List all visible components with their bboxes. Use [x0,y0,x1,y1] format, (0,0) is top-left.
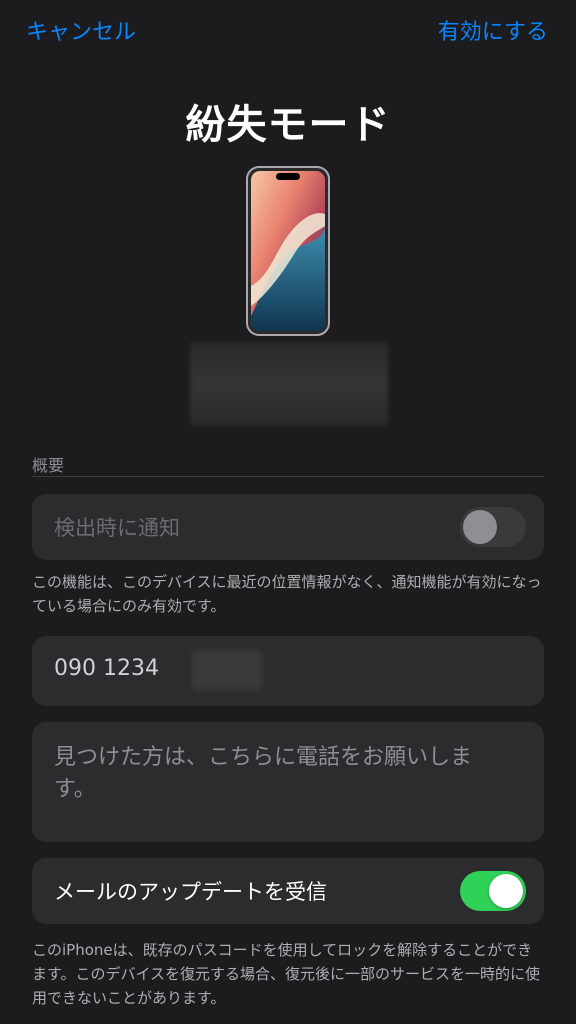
section-label: 概要 [32,456,65,475]
message-text: 見つけた方は、こちらに電話をお願いします。 [54,745,473,802]
toggle-knob [463,510,497,544]
cancel-button[interactable]: キャンセル [26,14,136,46]
notify-when-found-label: 検出時に通知 [54,516,180,540]
phone-number-redacted [192,650,262,690]
page-title: 紛失モード [185,102,391,148]
email-updates-toggle[interactable] [460,871,526,911]
notify-when-found-row: 検出時に通知 [32,494,544,560]
toggle-knob [489,874,523,908]
phone-number-value: 090 1234 [54,656,159,681]
notify-footnote: この機能は、このデバイスに最近の位置情報がなく、通知機能が有効になっている場合に… [32,573,542,615]
phone-number-field[interactable]: 090 1234 [32,636,544,706]
email-updates-label: メールのアップデートを受信 [54,880,327,904]
section-divider [32,476,544,477]
device-name-redacted [190,342,388,426]
notify-when-found-toggle[interactable] [460,507,526,547]
bottom-footnote: このiPhoneは、既存のパスコードを使用してロックを解除することができます。こ… [32,941,541,1007]
iphone-image [246,166,330,336]
enable-button[interactable]: 有効にする [438,14,548,46]
message-field[interactable]: 見つけた方は、こちらに電話をお願いします。 [32,722,544,842]
email-updates-row: メールのアップデートを受信 [32,858,544,924]
